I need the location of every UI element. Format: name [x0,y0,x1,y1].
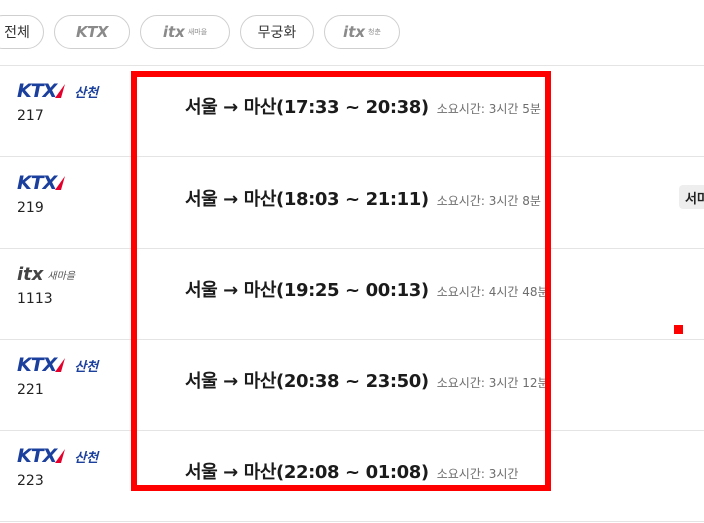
seat-class-badge[interactable]: 서마 [679,185,704,209]
ktx-logo-icon: KTX [17,80,57,102]
ktx-logo-icon: KTX [76,23,108,41]
travel-duration: 소요시간: 3시간 5분 [436,102,541,116]
train-number: 1113 [17,291,53,307]
train-subtype: 새마을 [47,270,75,282]
route-info: 서울 → 마산(22:08 ~ 01:08) 소요시간: 3시간 [185,458,518,484]
train-logo: KTX 산천 [17,80,98,102]
route-time: 서울 → 마산(19:25 ~ 00:13) [185,280,429,301]
train-row[interactable]: KTX 산천 217 서울 → 마산(17:33 ~ 20:38) 소요시간: … [0,66,704,157]
route-info: 서울 → 마산(20:38 ~ 23:50) 소요시간: 3시간 12분 [185,367,549,393]
train-logo: KTX 산천 [17,445,98,467]
route-time: 서울 → 마산(22:08 ~ 01:08) [185,462,429,483]
ktx-swoosh-icon [55,358,66,372]
travel-duration: 소요시간: 3시간 12분 [436,376,549,390]
train-logo: KTX [17,172,66,194]
train-row[interactable]: KTX 산천 221 서울 → 마산(20:38 ~ 23:50) 소요시간: … [0,340,704,431]
ktx-logo-icon: KTX [17,354,57,376]
route-time: 서울 → 마산(18:03 ~ 21:11) [185,189,429,210]
filter-chip-sub: 새마을 [187,28,208,36]
red-marker [674,325,683,334]
train-subtype: 산천 [74,85,99,101]
route-info: 서울 → 마산(19:25 ~ 00:13) 소요시간: 4시간 48분 [185,276,549,302]
train-type-filters: 전체 KTX itx 새마을 무궁화 itx 청춘 [0,15,400,49]
filter-chip-mugunghwa[interactable]: 무궁화 [240,15,314,49]
travel-duration: 소요시간: 4시간 48분 [436,285,549,299]
filter-chip-all[interactable]: 전체 [0,15,44,49]
route-time: 서울 → 마산(17:33 ~ 20:38) [185,97,429,118]
filter-chip-itx-saemaeul[interactable]: itx 새마을 [140,15,230,49]
travel-duration: 소요시간: 3시간 [436,467,519,481]
itx-logo-icon: itx [162,23,185,41]
train-row[interactable]: KTX 산천 223 서울 → 마산(22:08 ~ 01:08) 소요시간: … [0,431,704,522]
train-number: 221 [17,382,44,398]
filter-chip-label: 전체 [4,25,30,41]
train-row[interactable]: itx 새마을 1113 서울 → 마산(19:25 ~ 00:13) 소요시간… [0,249,704,340]
train-subtype: 산천 [74,450,99,466]
filter-chip-label: 무궁화 [257,25,297,41]
train-number: 217 [17,108,44,124]
train-subtype: 산천 [74,359,99,375]
filter-chip-ktx[interactable]: KTX [54,15,130,49]
ktx-logo-icon: KTX [17,172,57,194]
itx-logo-icon: itx [343,23,366,41]
train-logo: itx 새마을 [17,263,75,285]
route-info: 서울 → 마산(17:33 ~ 20:38) 소요시간: 3시간 5분 [185,93,541,119]
filter-chip-sub: 청춘 [368,28,381,36]
train-number: 223 [17,473,44,489]
train-schedule-page: 전체 KTX itx 새마을 무궁화 itx 청춘 KTX 산천 217 서울 … [0,0,704,523]
train-number: 219 [17,200,44,216]
train-logo: KTX 산천 [17,354,98,376]
filter-chip-itx-cheongchun[interactable]: itx 청춘 [324,15,400,49]
itx-logo-icon: itx [17,263,44,285]
route-time: 서울 → 마산(20:38 ~ 23:50) [185,371,429,392]
ktx-swoosh-icon [55,449,66,463]
ktx-swoosh-icon [55,176,66,190]
travel-duration: 소요시간: 3시간 8분 [436,194,541,208]
ktx-logo-icon: KTX [17,445,57,467]
route-info: 서울 → 마산(18:03 ~ 21:11) 소요시간: 3시간 8분 [185,185,541,211]
train-row[interactable]: KTX 219 서울 → 마산(18:03 ~ 21:11) 소요시간: 3시간… [0,158,704,249]
ktx-swoosh-icon [55,84,66,98]
